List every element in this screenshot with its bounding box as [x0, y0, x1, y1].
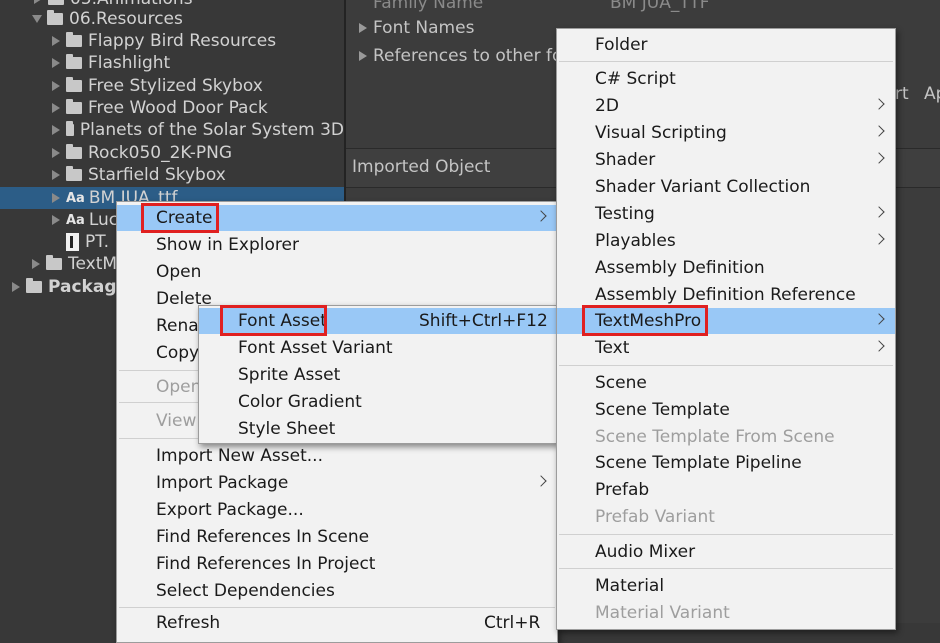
expand-arrow-icon[interactable] [52, 103, 60, 113]
folder-icon [66, 166, 82, 181]
folder-icon [26, 278, 42, 293]
menu-item-select-dependencies[interactable]: Select Dependencies [117, 578, 557, 604]
expand-arrow-icon[interactable] [52, 215, 60, 225]
references-foldout[interactable]: References to other fo [373, 46, 562, 66]
menu-item-font-asset-variant[interactable]: Font Asset Variant [199, 335, 557, 361]
menu-item-2d[interactable]: 2D [557, 93, 895, 119]
menu-separator [559, 568, 893, 569]
refresh-shortcut: Ctrl+R [484, 613, 541, 633]
expand-arrow-icon[interactable] [52, 170, 60, 180]
chevron-right-icon [873, 233, 885, 245]
expand-arrow-icon[interactable] [52, 125, 60, 135]
folder-icon [47, 10, 63, 25]
expand-arrow-icon[interactable] [52, 58, 60, 68]
collapse-arrow-icon[interactable] [32, 15, 42, 23]
font-asset-shortcut: Shift+Ctrl+F12 [419, 311, 548, 331]
menu-item-scene[interactable]: Scene [557, 370, 895, 396]
folder-icon [66, 54, 82, 69]
menu-item-scene-template-from-scene: Scene Template From Scene [595, 427, 835, 447]
menu-item-shader[interactable]: Shader [557, 147, 895, 173]
tree-item-stylized-skybox[interactable]: Free Stylized Skybox [0, 75, 344, 97]
menu-item-folder[interactable]: Folder [557, 32, 895, 58]
font-names-foldout[interactable]: Font Names [373, 18, 474, 38]
family-name-value: BM JUA_TTF [610, 0, 710, 13]
chevron-right-icon [535, 475, 547, 487]
expand-arrow-icon[interactable] [52, 193, 60, 203]
callout-font-asset [220, 305, 327, 336]
menu-item-prefab-variant: Prefab Variant [595, 507, 715, 527]
menu-separator [559, 365, 893, 366]
tree-item-planets[interactable]: Planets of the Solar System 3D [0, 119, 344, 141]
family-name-label: Family Name [373, 0, 484, 13]
menu-item-text[interactable]: Text [557, 335, 895, 361]
menu-item-playables[interactable]: Playables [557, 228, 895, 254]
menu-separator [119, 607, 555, 608]
menu-item-export-package[interactable]: Export Package... [117, 497, 557, 523]
font-file-icon: Aa [66, 190, 85, 206]
expand-arrow-icon[interactable] [12, 282, 20, 292]
tree-item-resources[interactable]: 06.Resources [0, 8, 344, 30]
tree-item-flashlight[interactable]: Flashlight [0, 52, 344, 74]
menu-item-scene-template-pipeline[interactable]: Scene Template Pipeline [557, 450, 895, 476]
menu-item-assembly-definition[interactable]: Assembly Definition [557, 255, 895, 281]
menu-item-refresh[interactable]: Refresh Ctrl+R [117, 610, 557, 636]
folder-icon [66, 121, 74, 136]
chevron-right-icon [873, 125, 885, 137]
file-icon [66, 233, 79, 251]
menu-item-scene-template[interactable]: Scene Template [557, 397, 895, 423]
tree-item-rock[interactable]: Rock050_2K-PNG [0, 142, 344, 164]
menu-item-find-references-scene[interactable]: Find References In Scene [117, 524, 557, 550]
menu-item-import-package[interactable]: Import Package [117, 470, 557, 496]
chevron-right-icon [535, 210, 547, 222]
chevron-right-icon [873, 98, 885, 110]
menu-item-open[interactable]: Open [117, 259, 557, 285]
chevron-right-icon [873, 340, 885, 352]
chevron-right-icon [873, 152, 885, 164]
chevron-right-icon [873, 313, 885, 325]
folder-icon [66, 144, 82, 159]
callout-create [141, 203, 219, 233]
expand-arrow-icon[interactable] [52, 81, 60, 91]
folder-icon [66, 32, 82, 47]
expand-arrow-icon[interactable] [32, 259, 40, 269]
menu-item-visual-scripting[interactable]: Visual Scripting [557, 120, 895, 146]
folder-icon [66, 99, 82, 114]
menu-item-material-variant: Material Variant [595, 603, 730, 623]
menu-item-style-sheet[interactable]: Style Sheet [199, 416, 557, 442]
menu-item-find-references-project[interactable]: Find References In Project [117, 551, 557, 577]
tree-item-starfield[interactable]: Starfield Skybox [0, 164, 344, 186]
expand-arrow-icon[interactable] [359, 23, 367, 33]
expand-arrow-icon[interactable] [34, 0, 42, 4]
apply-button[interactable]: Ap [924, 84, 940, 104]
tree-item-flappy-bird[interactable]: Flappy Bird Resources [0, 30, 344, 52]
imported-object-title: Imported Object [352, 157, 491, 177]
menu-item-sprite-asset[interactable]: Sprite Asset [199, 362, 557, 388]
menu-item-show-in-explorer[interactable]: Show in Explorer [117, 232, 557, 258]
folder-icon [46, 255, 62, 270]
expand-arrow-icon[interactable] [52, 148, 60, 158]
menu-separator [559, 61, 893, 62]
menu-item-material[interactable]: Material [557, 573, 895, 599]
menu-item-audio-mixer[interactable]: Audio Mixer [557, 539, 895, 565]
menu-item-import-new-asset[interactable]: Import New Asset... [117, 443, 557, 469]
menu-item-shader-variant-collection[interactable]: Shader Variant Collection [557, 174, 895, 200]
chevron-right-icon [873, 206, 885, 218]
folder-icon [66, 77, 82, 92]
expand-arrow-icon[interactable] [52, 36, 60, 46]
folder-icon [48, 0, 64, 5]
menu-item-prefab[interactable]: Prefab [557, 477, 895, 503]
callout-textmeshpro [582, 305, 708, 336]
menu-separator [559, 534, 893, 535]
tree-item-wood-door[interactable]: Free Wood Door Pack [0, 97, 344, 119]
menu-item-color-gradient[interactable]: Color Gradient [199, 389, 557, 415]
expand-arrow-icon[interactable] [359, 51, 367, 61]
font-file-icon: Aa [66, 212, 85, 228]
revert-button[interactable]: rt [895, 84, 909, 104]
menu-item-testing[interactable]: Testing [557, 201, 895, 227]
menu-item-csharp-script[interactable]: C# Script [557, 66, 895, 92]
